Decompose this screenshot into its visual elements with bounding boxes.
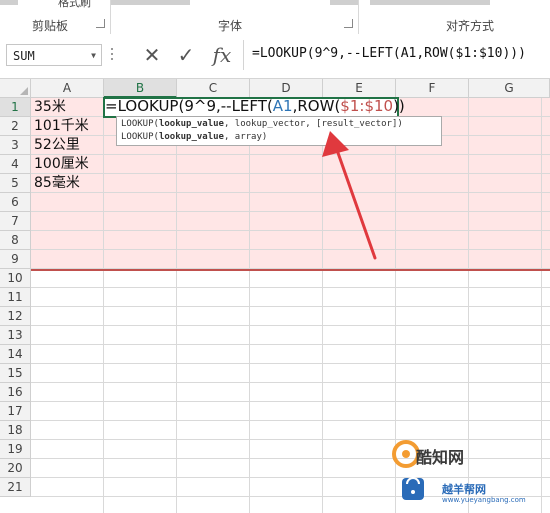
annotation-arrow-icon: [322, 131, 377, 260]
watermark-url: www.yueyangbang.com: [442, 496, 526, 504]
watermark: 酷知网 越羊帮网 www.yueyangbang.com: [388, 438, 550, 513]
watermark-subtitle: 越羊帮网: [442, 483, 486, 496]
watermark-title: 酷知网: [416, 448, 465, 467]
